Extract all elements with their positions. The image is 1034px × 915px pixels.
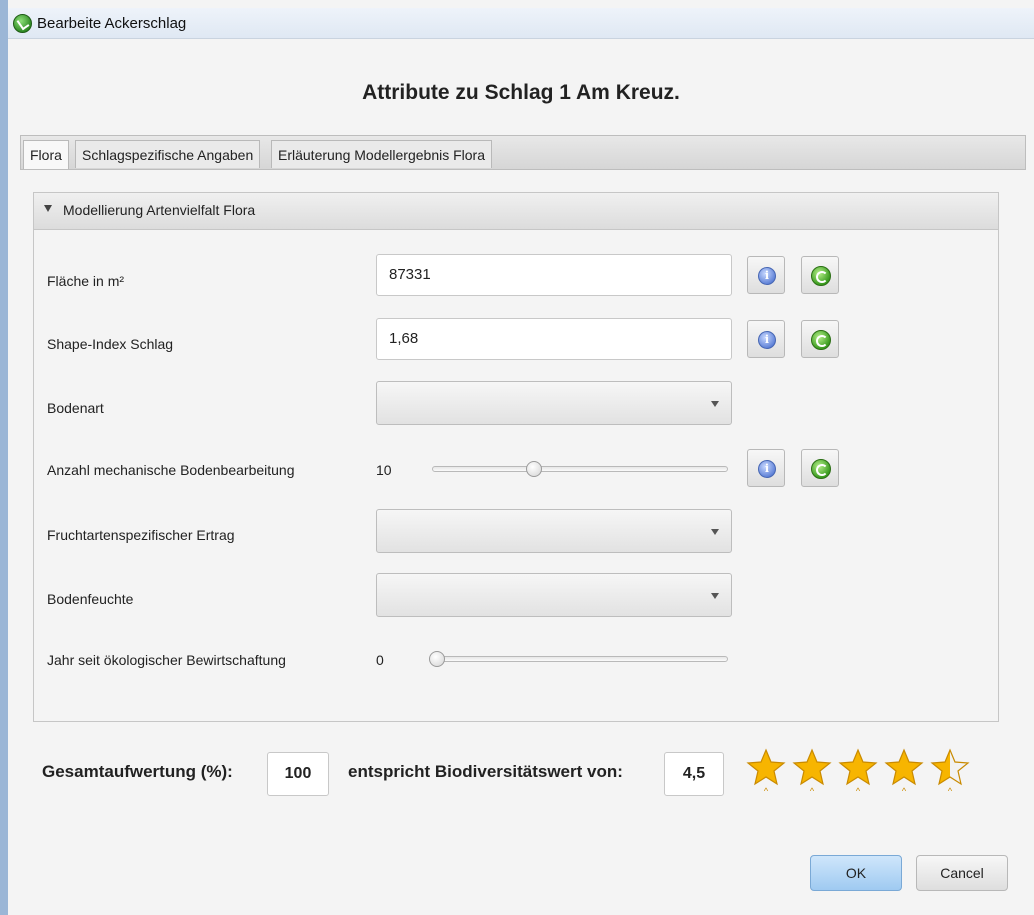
dialog-content: Attribute zu Schlag 1 Am Kreuz. Flora Sc… [8,39,1034,915]
anzahl-label: Anzahl mechanische Bodenbearbeitung [47,462,295,478]
bodenart-label: Bodenart [47,400,104,416]
chevron-down-icon [711,529,719,535]
jahr-label: Jahr seit ökologischer Bewirtschaftung [47,652,286,668]
tab-flora[interactable]: Flora [23,140,69,169]
jahr-slider[interactable] [429,651,728,667]
gesamtaufwertung-value: 100 [267,752,329,796]
app-icon [13,14,32,33]
star-caret-icon: ^ [763,786,769,796]
collapse-arrow-icon [44,205,52,212]
title-bar[interactable]: Bearbeite Ackerschlag [8,8,1034,39]
refresh-icon [811,459,831,479]
bodenart-select[interactable] [376,381,732,425]
star-icon [746,748,786,786]
chevron-down-icon [711,593,719,599]
star-caret-icon: ^ [809,786,815,796]
jahr-slider-thumb[interactable] [429,651,445,667]
star-caret-icon: ^ [901,786,907,796]
panel-header[interactable]: Modellierung Artenvielfalt Flora [34,193,998,230]
anzahl-slider-thumb[interactable] [526,461,543,477]
ok-button[interactable]: OK [810,855,902,891]
tab-erlaeuterung-modellergebnis[interactable]: Erläuterung Modellergebnis Flora [271,140,492,168]
jahr-value: 0 [376,652,384,668]
info-icon: i [758,460,776,478]
ertrag-label: Fruchtartenspezifischer Ertrag [47,527,235,543]
cancel-button[interactable]: Cancel [916,855,1008,891]
flaeche-refresh-button[interactable] [801,256,839,294]
shape-label: Shape-Index Schlag [47,336,174,352]
star-icon [930,748,970,786]
anzahl-value: 10 [376,462,392,478]
ertrag-select[interactable] [376,509,732,553]
dialog-window: Bearbeite Ackerschlag Attribute zu Schla… [0,0,1034,915]
panel-title: Modellierung Artenvielfalt Flora [63,202,256,218]
chevron-down-icon [711,401,719,407]
flaeche-label: Fläche in m² [47,273,125,289]
flaeche-info-button[interactable]: i [747,256,785,294]
star-caret-icon: ^ [947,786,953,796]
refresh-icon [811,266,831,286]
refresh-icon [811,330,831,350]
info-icon: i [758,267,776,285]
window-title: Bearbeite Ackerschlag [37,15,187,32]
shape-info-button[interactable]: i [747,320,785,358]
page-title: Attribute zu Schlag 1 Am Kreuz. [362,81,680,104]
shape-input[interactable]: 1,68 [376,318,732,360]
bodenfeuchte-select[interactable] [376,573,732,617]
anzahl-refresh-button[interactable] [801,449,839,487]
star-icon [838,748,878,786]
biodiversitaet-value: 4,5 [664,752,724,796]
flora-panel: Modellierung Artenvielfalt Flora Fläche … [33,192,999,722]
biodiversitaet-label: entspricht Biodiversitätswert von: [348,762,623,781]
star-rating: ^ ^ ^ ^ ^ [746,748,976,796]
shape-refresh-button[interactable] [801,320,839,358]
anzahl-info-button[interactable]: i [747,449,785,487]
gesamtaufwertung-label: Gesamtaufwertung (%): [42,762,233,781]
anzahl-slider[interactable] [432,461,728,477]
bodenfeuchte-label: Bodenfeuchte [47,591,134,607]
star-icon [884,748,924,786]
tab-schlagspezifische-angaben[interactable]: Schlagspezifische Angaben [75,140,261,168]
window-edge [0,0,8,915]
tab-bar: Flora Schlagspezifische Angaben Erläuter… [20,135,1026,170]
star-icon [792,748,832,786]
flaeche-input[interactable]: 87331 [376,254,732,296]
star-caret-icon: ^ [855,786,861,796]
info-icon: i [758,331,776,349]
